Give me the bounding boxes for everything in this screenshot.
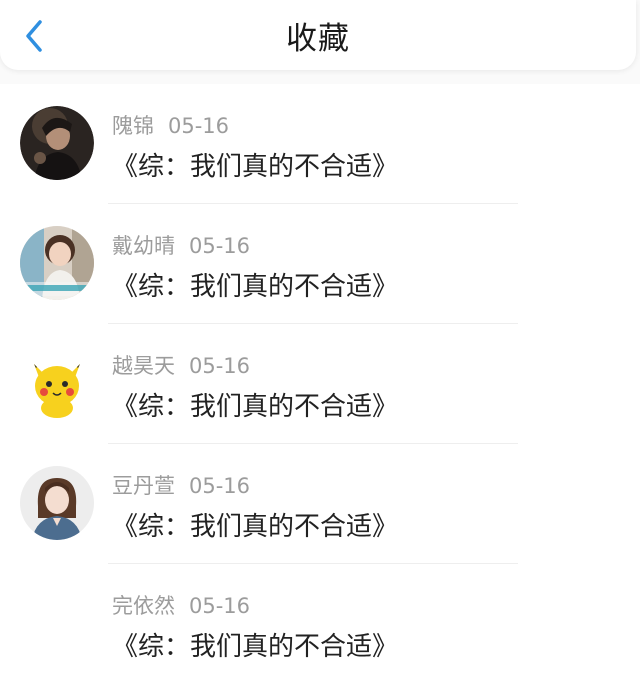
list-item[interactable]: 越昊天 05-16 《综：我们真的不合适》 [0,324,640,444]
list-item[interactable]: 豆丹萱 05-16 《综：我们真的不合适》 [0,444,640,564]
top-bar: 收藏 [0,0,636,70]
favorites-list: 隗锦 05-16 《综：我们真的不合适》 戴幼晴 05-16 《综：我们真的不合… [0,84,640,682]
favorite-date: 05-16 [189,474,251,498]
list-item[interactable]: 戴幼晴 05-16 《综：我们真的不合适》 [0,204,640,324]
user-name[interactable]: 越昊天 [112,354,175,378]
avatar[interactable] [20,466,94,540]
book-title[interactable]: 《综：我们真的不合适》 [112,626,398,663]
list-item[interactable]: 完依然 05-16 《综：我们真的不合适》 [0,564,640,682]
user-name[interactable]: 豆丹萱 [112,474,175,498]
user-name[interactable]: 戴幼晴 [112,234,175,258]
favorite-date: 05-16 [168,114,230,138]
back-button[interactable] [14,16,54,56]
page-title: 收藏 [286,20,350,57]
favorite-date: 05-16 [189,234,251,258]
user-name[interactable]: 隗锦 [112,114,154,138]
book-title[interactable]: 《综：我们真的不合适》 [112,386,398,423]
book-title[interactable]: 《综：我们真的不合适》 [112,266,398,303]
favorite-meta: 戴幼晴 05-16 [112,230,250,260]
favorite-meta: 豆丹萱 05-16 [112,470,250,500]
favorite-date: 05-16 [189,594,251,618]
book-title[interactable]: 《综：我们真的不合适》 [112,506,398,543]
avatar[interactable] [20,106,94,180]
chevron-left-icon [26,20,42,52]
favorite-meta: 隗锦 05-16 [112,110,229,140]
user-name[interactable]: 完依然 [112,594,175,618]
favorite-date: 05-16 [189,354,251,378]
favorite-meta: 越昊天 05-16 [112,350,250,380]
collection-screen: 收藏 隗锦 05-16 《综：我们真的不合适》 戴幼晴 05-16 《综：我们真… [0,0,640,682]
avatar[interactable] [20,346,94,420]
book-title[interactable]: 《综：我们真的不合适》 [112,146,398,183]
avatar[interactable] [20,226,94,300]
favorite-meta: 完依然 05-16 [112,590,250,620]
list-item[interactable]: 隗锦 05-16 《综：我们真的不合适》 [0,84,640,204]
